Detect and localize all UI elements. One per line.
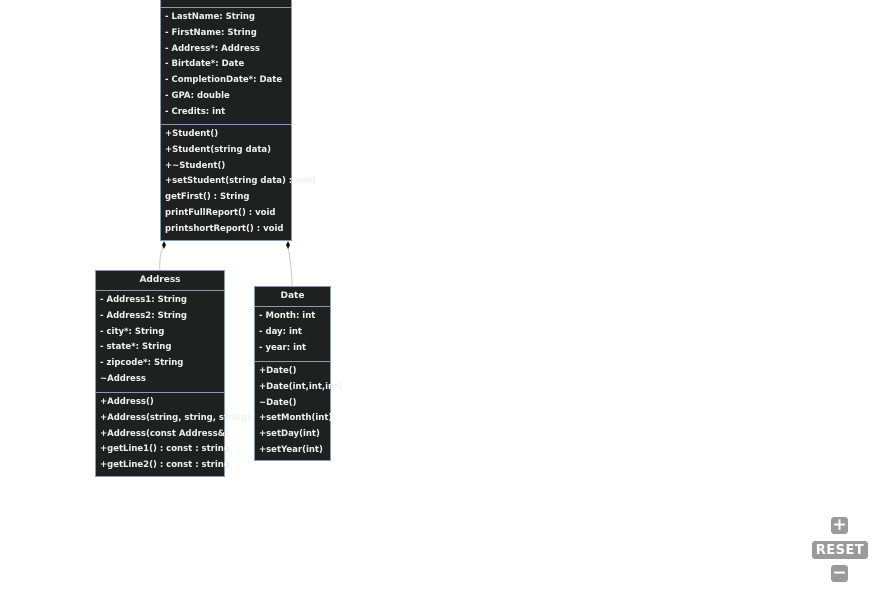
attribute: - Month: int bbox=[259, 311, 316, 321]
zoom-in-button[interactable]: + bbox=[831, 517, 848, 534]
method: +getLine2() : const : string bbox=[100, 460, 230, 471]
attribute: - zipcode*: String bbox=[100, 358, 184, 369]
attribute: - Address1: String bbox=[100, 295, 188, 305]
method: +Address() bbox=[100, 397, 154, 407]
attribute: - day: int bbox=[259, 326, 302, 337]
student-class-box[interactable]: - LastName: String - FirstName: String -… bbox=[160, 0, 316, 241]
method: ~Date() bbox=[259, 397, 297, 408]
student-class-title bbox=[161, 0, 291, 8]
attribute: - GPA: double bbox=[165, 90, 230, 101]
address-class-title: Address bbox=[96, 271, 224, 291]
attribute: - Birtdate*: Date bbox=[165, 59, 245, 70]
method: +Student() bbox=[165, 129, 219, 139]
composition-line-address bbox=[159, 245, 164, 271]
attribute: - Credits: int bbox=[165, 106, 226, 117]
student-methods: +Student() +Student(string data) +~Stude… bbox=[161, 125, 316, 240]
method: +setYear(int) bbox=[259, 444, 323, 455]
attribute: - FirstName: String bbox=[165, 27, 257, 38]
date-attributes: - Month: int - day: int - year: int bbox=[255, 307, 330, 362]
composition-diamond-date bbox=[286, 241, 290, 249]
address-class-box[interactable]: Address - Address1: String - Address2: S… bbox=[95, 270, 252, 477]
method: +Date() bbox=[259, 366, 297, 376]
zoom-out-button[interactable]: − bbox=[831, 565, 848, 582]
method: getFirst() : String bbox=[165, 192, 250, 203]
method: +~Student() bbox=[165, 160, 226, 171]
date-class-title: Date bbox=[255, 287, 330, 307]
method: +Address(string, string, string) bbox=[100, 412, 252, 423]
attribute: - Address*: Address bbox=[165, 43, 260, 54]
method: +setStudent(string data) : void bbox=[165, 176, 316, 187]
date-methods: +Date() +Date(int,int,int) ~Date() +setM… bbox=[255, 362, 343, 461]
attribute: - state*: String bbox=[100, 342, 172, 353]
attribute: - CompletionDate*: Date bbox=[165, 75, 283, 86]
attribute: - Address2: String bbox=[100, 310, 188, 321]
composition-line-date bbox=[287, 245, 293, 287]
method: +Student(string data) bbox=[165, 144, 272, 155]
method: +getLine1() : const : string bbox=[100, 444, 230, 455]
attribute: - LastName: String bbox=[165, 12, 256, 22]
attribute: ~Address bbox=[100, 373, 146, 384]
method: +setMonth(int) bbox=[259, 413, 333, 424]
method: +Address(const Address&) bbox=[100, 428, 229, 439]
address-methods: +Address() +Address(string, string, stri… bbox=[96, 393, 252, 476]
method: +setDay(int) bbox=[259, 429, 320, 440]
method: +Date(int,int,int) bbox=[259, 381, 343, 392]
attribute: - city*: String bbox=[100, 326, 165, 337]
reset-button[interactable]: RESET bbox=[812, 541, 868, 559]
date-class-box[interactable]: Date - Month: int - day: int - year: int… bbox=[254, 286, 343, 461]
address-attributes: - Address1: String - Address2: String - … bbox=[96, 291, 224, 393]
student-attributes: - LastName: String - FirstName: String -… bbox=[161, 8, 291, 125]
method: printFullReport() : void bbox=[165, 207, 276, 218]
method: printshortReport() : void bbox=[165, 223, 284, 234]
attribute: - year: int bbox=[259, 342, 307, 353]
